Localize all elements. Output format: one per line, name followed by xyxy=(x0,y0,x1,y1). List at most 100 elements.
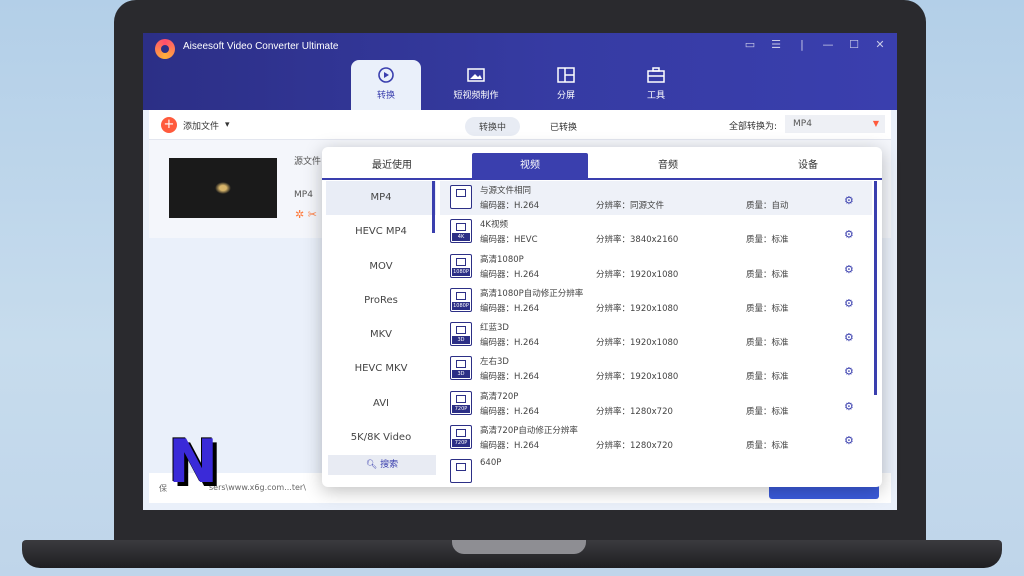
gear-icon[interactable]: ⚙ xyxy=(844,365,854,378)
gear-icon[interactable]: ⚙ xyxy=(844,228,854,241)
video-profile-icon xyxy=(450,459,472,484)
profile-tag: 3D xyxy=(452,370,470,379)
profile-quality: 质量：标准 xyxy=(746,406,789,417)
caret-down-icon: ▼ xyxy=(872,119,879,128)
profile-quality: 质量：标准 xyxy=(746,269,789,280)
profile-codec: 编码器：H.264 xyxy=(480,406,540,417)
main-tabs: 转换 短视频制作 分屏 工具 xyxy=(351,60,711,110)
gear-icon[interactable]: ⚙ xyxy=(844,194,854,207)
tab-device[interactable]: 设备 xyxy=(738,153,878,179)
tab-video[interactable]: 视频 xyxy=(472,153,588,179)
tab-mv[interactable]: 短视频制作 xyxy=(441,60,511,110)
format-item[interactable]: ProRes xyxy=(326,284,436,318)
toolbar: + 添加文件 ▾ 转换中 已转换 全部转换为: MP4 ▼ xyxy=(149,110,891,140)
video-thumbnail[interactable] xyxy=(169,158,277,218)
profile-resolution: 分辨率：1280x720 xyxy=(596,406,673,417)
tab-toolbox[interactable]: 工具 xyxy=(621,60,691,110)
convert-all-label: 全部转换为: xyxy=(729,122,778,132)
format-item[interactable]: 5K/8K Video xyxy=(326,421,436,455)
profile-row[interactable]: 1080P 高清1080P 编码器：H.264 分辨率：1920x1080 质量：标准 ⚙ xyxy=(440,250,872,284)
profile-row[interactable]: 3D 红蓝3D 编码器：H.264 分辨率：1920x1080 质量：标准 ⚙ xyxy=(440,318,872,352)
plus-icon: + xyxy=(161,117,177,133)
video-profile-icon: 4K xyxy=(450,219,472,244)
profile-resolution: 分辨率：1920x1080 xyxy=(596,269,679,280)
profile-quality: 质量：标准 xyxy=(746,372,789,383)
format-item[interactable]: MKV xyxy=(326,318,436,352)
gear-icon[interactable]: ⚙ xyxy=(844,297,854,310)
profile-row[interactable]: 720P 高清720P自动修正分辨率 编码器：H.264 分辨率：1280x720 质量… xyxy=(440,421,872,455)
file-format: MP4 xyxy=(294,190,313,200)
minimize-icon[interactable]: — xyxy=(821,38,835,52)
profile-row[interactable]: 3D 左右3D 编码器：H.264 分辨率：1920x1080 质量：标准 ⚙ xyxy=(440,352,872,386)
format-popup: 最近使用 视频 音频 设备 MP4 HEVC MP4 MOV ProRes MK… xyxy=(322,147,882,487)
format-item[interactable]: HEVC MP4 xyxy=(326,215,436,249)
film-icon xyxy=(456,463,466,472)
edit-effects-icon[interactable]: ✲ ✂ xyxy=(295,208,317,221)
tab-collage[interactable]: 分屏 xyxy=(531,60,601,110)
profile-scrollbar[interactable] xyxy=(874,181,877,395)
profile-name: 高清1080P自动修正分辨率 xyxy=(480,288,584,299)
seg-converted[interactable]: 已转换 xyxy=(536,117,591,136)
menu-icon[interactable]: ☰ xyxy=(769,38,783,52)
convert-icon xyxy=(378,67,394,83)
profile-tag: 720P xyxy=(452,404,470,413)
profile-tag: 3D xyxy=(452,336,470,345)
format-list: MP4 HEVC MP4 MOV ProRes MKV HEVC MKV AVI… xyxy=(326,181,436,481)
profile-row[interactable]: 1080P 高清1080P自动修正分辨率 编码器：H.264 分辨率：1920x108… xyxy=(440,284,872,318)
format-item[interactable]: MOV xyxy=(326,250,436,284)
app-title: Aiseesoft Video Converter Ultimate xyxy=(183,41,339,52)
convert-all-select[interactable]: MP4 ▼ xyxy=(785,115,885,133)
video-profile-icon: 1080P xyxy=(450,287,472,312)
seg-converting[interactable]: 转换中 xyxy=(465,117,521,136)
profile-quality: 质量：自动 xyxy=(746,201,789,211)
close-icon[interactable]: ✕ xyxy=(873,38,887,52)
profile-quality: 质量：标准 xyxy=(746,235,789,246)
profile-row[interactable]: 与源文件相同 编码器：H.264 分辨率：同源文件 质量：自动 ⚙ xyxy=(440,181,872,216)
profile-list: 与源文件相同 编码器：H.264 分辨率：同源文件 质量：自动 ⚙ 4K 4K视频 编码器：H… xyxy=(440,181,872,484)
film-icon xyxy=(456,223,466,232)
profile-name: 4K视频 xyxy=(480,220,508,231)
profile-name: 高清720P自动修正分辨率 xyxy=(480,426,578,437)
profile-tag: 1080P xyxy=(452,301,470,310)
profile-row[interactable]: 4K 4K视频 编码器：HEVC 分辨率：3840x2160 质量：标准 ⚙ xyxy=(440,215,872,249)
gear-icon[interactable]: ⚙ xyxy=(844,400,854,413)
source-file-label: 源文件 xyxy=(294,157,322,167)
feedback-icon[interactable]: ▭ xyxy=(743,38,757,52)
format-item[interactable]: HEVC MKV xyxy=(326,352,436,386)
profile-name: 高清720P xyxy=(480,391,519,402)
gear-icon[interactable]: ⚙ xyxy=(844,331,854,344)
format-scrollbar[interactable] xyxy=(432,181,435,233)
profile-resolution: 分辨率：1920x1080 xyxy=(596,338,679,349)
profile-tag: 720P xyxy=(452,439,470,448)
tab-convert[interactable]: 转换 xyxy=(351,60,421,110)
video-profile-icon: 720P xyxy=(450,390,472,415)
save-to-label: 保 xyxy=(159,484,167,493)
profile-tag: 1080P xyxy=(452,267,470,276)
maximize-icon[interactable]: ☐ xyxy=(847,38,861,52)
film-icon xyxy=(456,360,466,369)
film-icon xyxy=(456,429,466,438)
film-icon xyxy=(456,326,466,335)
profile-codec: 编码器：H.264 xyxy=(480,303,540,314)
profile-resolution: 分辨率：1280x720 xyxy=(596,441,673,452)
tab-underline xyxy=(322,178,882,180)
format-item[interactable]: MP4 xyxy=(326,181,436,216)
profile-name: 与源文件相同 xyxy=(480,186,532,196)
film-icon xyxy=(456,394,466,403)
profile-row[interactable]: 640P xyxy=(440,455,872,487)
gear-icon[interactable]: ⚙ xyxy=(844,263,854,276)
profile-quality: 质量：标准 xyxy=(746,441,789,452)
gear-icon[interactable]: ⚙ xyxy=(844,434,854,447)
film-icon xyxy=(456,257,466,266)
profile-row[interactable]: 720P 高清720P 编码器：H.264 分辨率：1280x720 质量：标准 ⚙ xyxy=(440,387,872,421)
format-item[interactable]: AVI xyxy=(326,387,436,421)
film-icon xyxy=(456,189,466,197)
format-search-input[interactable]: 🔍︎ 搜索 xyxy=(328,455,436,475)
profile-name: 高清1080P xyxy=(480,254,524,265)
tab-audio[interactable]: 音频 xyxy=(598,153,738,179)
tab-recent[interactable]: 最近使用 xyxy=(322,153,462,179)
format-category-tabs: 最近使用 视频 音频 设备 xyxy=(322,153,882,179)
caret-down-icon: ▾ xyxy=(225,120,230,130)
add-files-button[interactable]: + 添加文件 ▾ xyxy=(161,117,230,133)
profile-tag: 4K xyxy=(452,233,470,242)
